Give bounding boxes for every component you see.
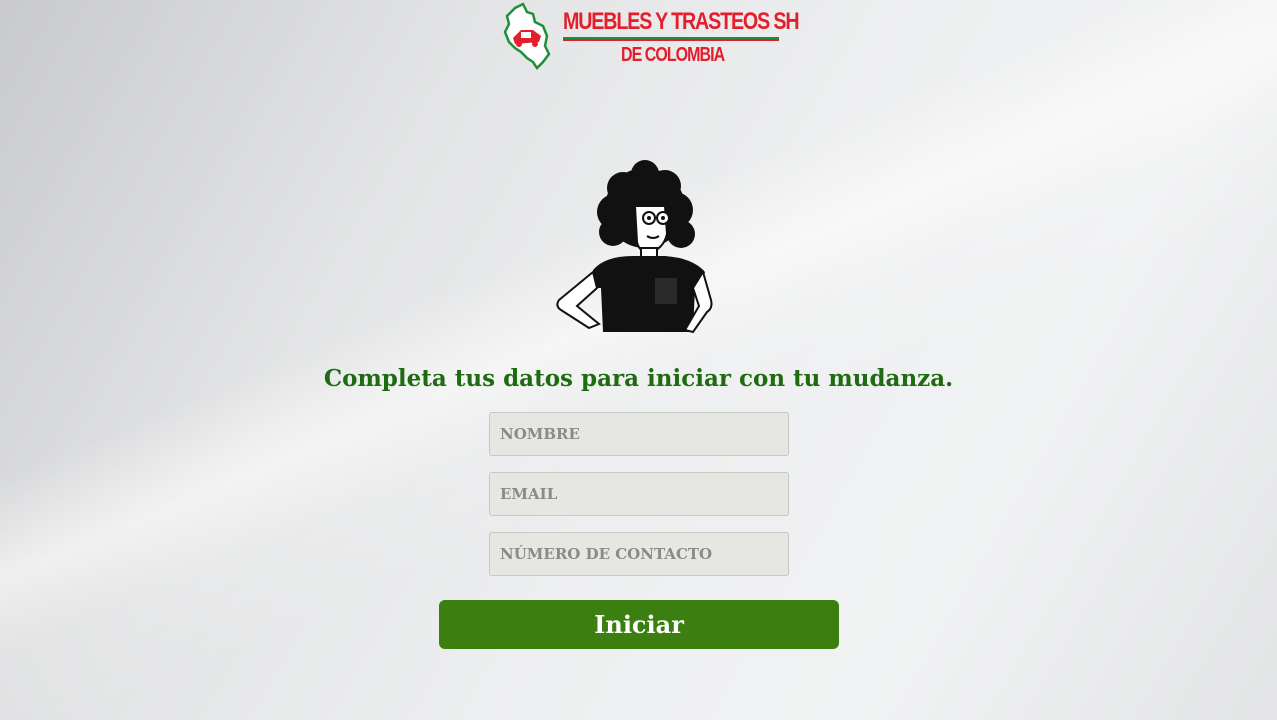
- brand-underline: [563, 37, 779, 41]
- colombia-map-truck-icon: [503, 2, 551, 70]
- form-heading: Completa tus datos para iniciar con tu m…: [323, 365, 954, 392]
- phone-input[interactable]: [489, 532, 789, 576]
- person-afro-illustration: [556, 160, 713, 334]
- brand-name: MUEBLES Y TRASTEOS SH: [563, 8, 800, 35]
- email-input[interactable]: [489, 472, 789, 516]
- start-button[interactable]: Iniciar: [439, 600, 839, 649]
- name-input[interactable]: [489, 412, 789, 456]
- brand-subtitle: DE COLOMBIA: [621, 44, 725, 66]
- brand-logo: MUEBLES Y TRASTEOS SH DE COLOMBIA: [503, 0, 800, 72]
